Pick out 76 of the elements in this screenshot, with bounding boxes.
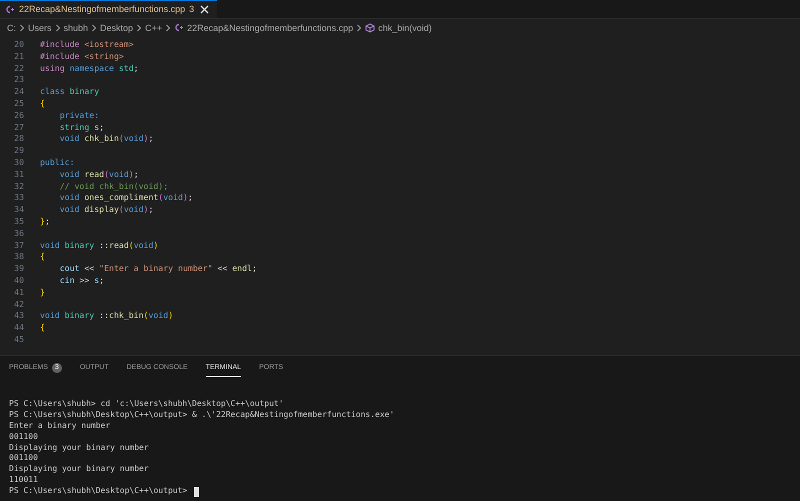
line-number: 29 [13,145,24,157]
code-line: void display(void); [58,204,154,216]
code-line: private: [58,110,100,122]
line-number: 27 [13,122,24,134]
line-number: 35 [13,216,24,228]
code-line: #include <iostream> [40,39,134,51]
line-number: 39 [13,263,24,275]
code-line: } [40,286,45,299]
terminal-line: PS C:\Users\shubh\Desktop\C++\output> [9,486,188,498]
code-line: cout << "Enter a binary number" << endl; [58,263,257,275]
breadcrumb-item[interactable]: shubh [64,22,88,32]
breadcrumb-item[interactable]: C: [7,22,16,32]
code-line: void binary ::chk_bin(void) [40,310,174,322]
code-line: void ones_compliment(void); [58,192,193,204]
cube-icon [365,22,376,32]
close-icon [200,4,210,14]
breadcrumb-item[interactable]: chk_bin(void) [378,22,432,32]
line-number: 40 [13,274,24,287]
line-number: 25 [13,98,24,110]
code-line: void read(void); [58,168,139,181]
terminal-line: 001100 [9,432,38,443]
terminal-line: PS C:\Users\shubh\Desktop\C++\output> & .\'22Recap&Nestingofmemberfunctions.exe' [9,410,394,421]
problem-count: 3 [189,4,194,14]
code-line: { [40,251,45,264]
breadcrumb-item[interactable]: Desktop [100,22,134,32]
line-number: 45 [13,334,24,346]
line-number: 30 [13,156,24,169]
code-line: string s; [58,122,104,134]
code-line: #include <string> [40,50,124,63]
line-number: 43 [13,310,24,322]
line-number: 24 [13,86,24,98]
line-number: 42 [13,298,24,310]
line-number: 20 [13,39,24,51]
chevron-icon [136,24,142,32]
terminal-line: Enter a binary number [9,420,110,432]
line-number: 23 [13,74,24,86]
breadcrumb-item[interactable]: Users [28,22,52,32]
code-line: public: [40,156,75,169]
cpp-file-icon [5,4,15,14]
terminal-line: Displaying your binary number [9,464,149,476]
chevron-icon [165,24,172,32]
line-number: 36 [13,228,24,240]
code-line: class binary [40,86,100,98]
line-number: 31 [13,168,24,181]
editor-tab[interactable]: 22Recap&Nestingofmemberfunctions.cpp 3 [0,0,218,18]
code-line: void chk_bin(void); [58,133,154,146]
terminal-line: Displaying your binary number [9,442,149,454]
terminal-line: 001100 [9,453,38,464]
code-line: // void chk_bin(void); [58,180,168,192]
chevron-icon [19,24,25,32]
line-number: 26 [13,110,24,122]
line-number: 22 [13,62,24,74]
breadcrumb-item[interactable]: 22Recap&Nestingofmemberfunctions.cpp [187,22,354,32]
terminal-line: PS C:\Users\shubh> cd 'c:\Users\shubh\Desktop\C++\output' [9,399,284,410]
code-line: void binary ::read(void) [40,240,158,252]
line-number: 32 [13,180,24,192]
terminal-line: 110011 [9,475,38,486]
line-number: 33 [13,192,24,204]
breadcrumb-item[interactable]: C++ [145,22,162,32]
chevron-icon [54,24,61,32]
code-line: using namespace std; [40,62,139,74]
line-number: 38 [13,251,24,264]
chevron-icon [356,24,362,32]
line-number: 44 [13,322,24,334]
line-number: 37 [13,240,24,252]
chevron-icon [91,24,98,32]
code-line: { [40,322,45,334]
code-line: }; [40,216,50,228]
line-number: 34 [13,204,24,216]
line-number: 28 [13,133,24,146]
line-number: 41 [13,286,24,299]
line-number: 21 [13,50,24,63]
cpp-file-icon [174,23,184,32]
code-line: { [40,98,45,110]
code-line: cin >> s; [58,274,104,287]
tab-title: 22Recap&Nestingofmemberfunctions.cpp [19,4,186,14]
